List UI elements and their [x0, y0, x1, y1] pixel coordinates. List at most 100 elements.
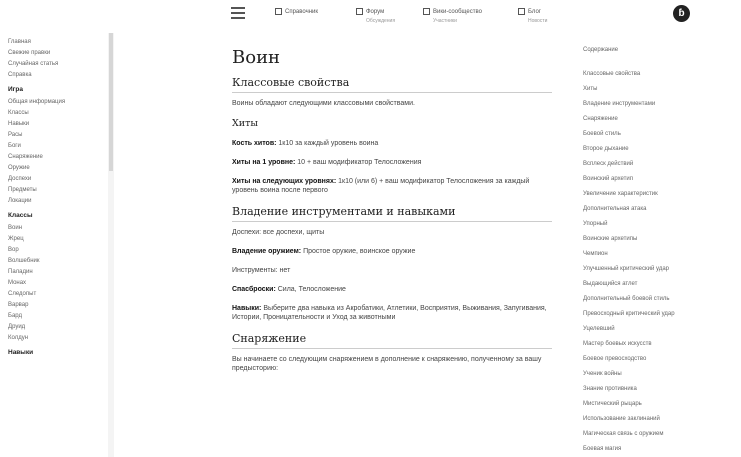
sidebar-item[interactable]: Боги	[8, 141, 108, 152]
section-heading: Классовые свойства	[232, 76, 552, 93]
section-heading: Владение инструментами и навыками	[232, 205, 552, 222]
sidebar-item[interactable]: Воин	[8, 223, 108, 234]
nav-sublabel: Обсуждения	[366, 18, 396, 25]
sidebar-item[interactable]: Случайная статья	[8, 59, 108, 70]
property-name: Спасброски:	[232, 286, 276, 293]
paragraph: Воины обладают следующими классовыми сво…	[232, 100, 415, 107]
toc-item[interactable]: Хиты	[583, 86, 693, 93]
property-name: Владение оружием:	[232, 248, 302, 255]
toc-item[interactable]: Боевой стиль	[583, 131, 693, 138]
scrollbar-thumb[interactable]	[109, 33, 113, 171]
toc-item[interactable]: Уцелевший	[583, 326, 693, 333]
property-value: 1к10 за каждый уровень воина	[276, 140, 379, 147]
toc-item[interactable]: Второе дыхание	[583, 146, 693, 153]
toc-item[interactable]: Снаряжение	[583, 116, 693, 123]
toc-item[interactable]: Улучшенный критический удар	[583, 266, 693, 273]
property-line: Хиты на 1 уровне: 10 + ваш модификатор Т…	[232, 158, 552, 167]
sidebar-item[interactable]: Бард	[8, 311, 108, 322]
sidebar-item[interactable]: Предметы	[8, 185, 108, 196]
book-icon	[275, 8, 282, 15]
page-title: Воин	[232, 47, 281, 68]
nav-item-forum[interactable]: Форум Обсуждения	[356, 8, 395, 26]
property-value: Простое оружие, воинское оружие	[301, 248, 416, 255]
sidebar-item[interactable]: Жрец	[8, 234, 108, 245]
property-line: Навыки: Выберите два навыка из Акробатик…	[232, 304, 552, 322]
sidebar-item[interactable]: Классы	[8, 108, 108, 119]
toc-item[interactable]: Дополнительная атака	[583, 206, 693, 213]
sidebar-item[interactable]: Паладин	[8, 267, 108, 278]
sidebar-item[interactable]: Монах	[8, 278, 108, 289]
sidebar-item[interactable]: Вор	[8, 245, 108, 256]
nav-item-community[interactable]: Вики-сообщество Участники	[423, 8, 482, 26]
sidebar-item[interactable]: Доспехи	[8, 174, 108, 185]
nav-label: Блог	[528, 9, 541, 16]
paragraph: Вы начинаете со следующим снаряжением в …	[232, 356, 542, 372]
property-name: Навыки:	[232, 305, 262, 312]
subsection-heading: Хиты	[232, 118, 258, 129]
menu-icon[interactable]	[231, 7, 245, 21]
sidebar-navigation: Главная Свежие правки Случайная статья Спра…	[8, 37, 108, 360]
section-heading: Снаряжение	[232, 332, 552, 349]
toc-item[interactable]: Воинский архетип	[583, 176, 693, 183]
toc-item[interactable]: Превосходный критический удар	[583, 311, 693, 318]
sidebar-item[interactable]: Свежие правки	[8, 48, 108, 59]
site-logo-icon[interactable]: ɓ	[673, 5, 690, 22]
nav-item-blog[interactable]: Блог Новости	[518, 8, 547, 26]
sidebar-item[interactable]: Оружие	[8, 163, 108, 174]
toc-item[interactable]: Владение инструментами	[583, 101, 693, 108]
property-line: Хиты на следующих уровнях: 1к10 (или 6) …	[232, 177, 552, 195]
news-icon	[518, 8, 525, 15]
toc-item[interactable]: Мистический рыцарь	[583, 401, 693, 408]
article: Воин Классовые свойства Воины обладают сл…	[232, 44, 552, 383]
toc-item[interactable]: Мастер боевых искусств	[583, 341, 693, 348]
toc-item[interactable]: Классовые свойства	[583, 71, 693, 78]
toc-item[interactable]: Дополнительный боевой стиль	[583, 296, 693, 303]
nav-label: Форум	[366, 9, 385, 16]
toc-item[interactable]: Ученик войны	[583, 371, 693, 378]
sidebar-item[interactable]: Главная	[8, 37, 108, 48]
toc-title: Содержание	[583, 47, 619, 53]
property-value: Выберите два навыка из Акробатики, Атлет…	[232, 305, 547, 321]
toc-item[interactable]: Чемпион	[583, 251, 693, 258]
toc-item[interactable]: Воинские архетипы	[583, 236, 693, 243]
toc-item[interactable]: Использование заклинаний	[583, 416, 693, 423]
paragraph: Инструменты: нет	[232, 267, 291, 274]
sidebar-item[interactable]: Снаряжение	[8, 152, 108, 163]
sidebar-item[interactable]: Колдун	[8, 333, 108, 344]
sidebar-heading: Игра	[8, 86, 23, 93]
nav-sublabel: Участники	[433, 18, 457, 25]
property-line: Спасброски: Сила, Телосложение	[232, 285, 552, 294]
users-icon	[423, 8, 430, 15]
nav-label: Вики-сообщество	[433, 9, 482, 16]
toc-item[interactable]: Увеличение характеристик	[583, 191, 693, 198]
paragraph: Доспехи: все доспехи, щиты	[232, 229, 325, 236]
sidebar-item[interactable]: Локации	[8, 196, 108, 207]
sidebar-item[interactable]: Расы	[8, 130, 108, 141]
sidebar-item[interactable]: Общая информация	[8, 97, 108, 108]
sidebar-item[interactable]: Следопыт	[8, 289, 108, 300]
sidebar-heading: Навыки	[8, 349, 34, 356]
toc-item[interactable]: Боевое превосходство	[583, 356, 693, 363]
property-line: Кость хитов: 1к10 за каждый уровень воин…	[232, 139, 552, 148]
top-navigation-bar: Справочник Форум Обсуждения Вики-сообщес…	[0, 0, 741, 33]
sidebar-item[interactable]: Навыки	[8, 119, 108, 130]
nav-sublabel: Новости	[528, 18, 548, 25]
toc-item[interactable]: Всплеск действий	[583, 161, 693, 168]
toc-item[interactable]: Выдающийся атлет	[583, 281, 693, 288]
sidebar-item[interactable]: Варвар	[8, 300, 108, 311]
property-line: Владение оружием: Простое оружие, воинск…	[232, 247, 552, 256]
property-name: Хиты на следующих уровнях:	[232, 178, 337, 185]
sidebar-item[interactable]: Справка	[8, 70, 108, 81]
property-value: 10 + ваш модификатор Телосложения	[295, 159, 422, 166]
toc-item[interactable]: Боевая магия	[583, 446, 693, 453]
toc-item[interactable]: Магическая связь с оружием	[583, 431, 693, 438]
toc-item[interactable]: Знание противника	[583, 386, 693, 393]
sidebar-heading: Классы	[8, 212, 33, 219]
property-name: Кость хитов:	[232, 140, 277, 147]
sidebar-item[interactable]: Волшебник	[8, 256, 108, 267]
nav-item-reference[interactable]: Справочник	[275, 8, 318, 17]
sidebar-item[interactable]: Друид	[8, 322, 108, 333]
sidebar-scrollbar[interactable]	[108, 33, 114, 457]
toc-item[interactable]: Упорный	[583, 221, 693, 228]
nav-label: Справочник	[285, 9, 318, 16]
